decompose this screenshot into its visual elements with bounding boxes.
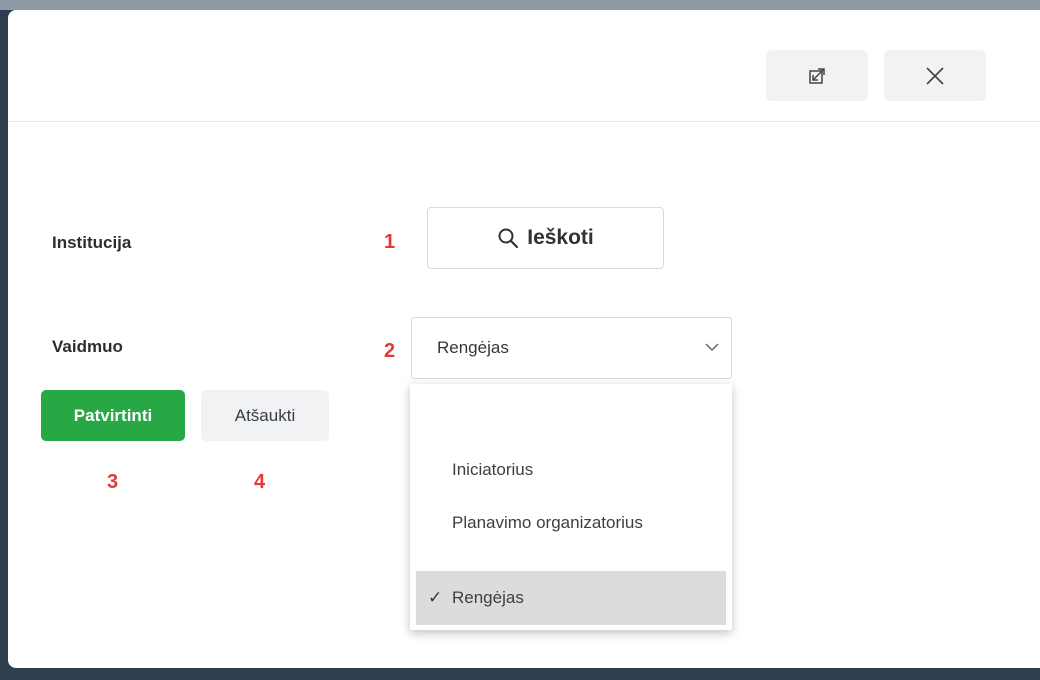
confirm-button[interactable]: Patvirtinti [41, 390, 185, 441]
dropdown-option[interactable]: Iniciatorius [416, 460, 726, 480]
marker-1: 1 [384, 231, 396, 253]
checkmark-icon: ✓ [428, 588, 443, 607]
role-label: Vaidmuo [52, 337, 123, 356]
search-button-label: Ieškoti [527, 226, 594, 249]
background-top-band [0, 0, 1040, 10]
marker-3: 3 [107, 471, 119, 493]
modal-dialog: Institucija Vaidmuo 1 2 3 4 Ieškoti Reng… [8, 10, 1040, 668]
close-button[interactable] [884, 50, 986, 101]
role-select[interactable]: Rengėjas [411, 317, 732, 379]
close-x-icon [926, 66, 944, 85]
expand-arrows-icon [809, 67, 825, 84]
search-button[interactable]: Ieškoti [427, 207, 664, 269]
chevron-down-icon [705, 343, 719, 352]
marker-2: 2 [384, 340, 396, 362]
dropdown-option-selected[interactable]: ✓ Rengėjas [416, 571, 726, 625]
dropdown-option[interactable]: Planavimo organizatorius [416, 513, 726, 533]
cancel-button[interactable]: Atšaukti [201, 390, 329, 441]
marker-4: 4 [254, 471, 266, 493]
magnifier-icon [498, 228, 519, 249]
expand-button[interactable] [766, 50, 868, 101]
header-divider [8, 121, 1040, 122]
institution-label: Institucija [52, 233, 132, 252]
dropdown-option-label: Rengėjas [452, 588, 524, 607]
role-dropdown-menu: Iniciatorius Planavimo organizatorius ✓ … [410, 384, 732, 630]
role-select-value: Rengėjas [437, 338, 509, 357]
